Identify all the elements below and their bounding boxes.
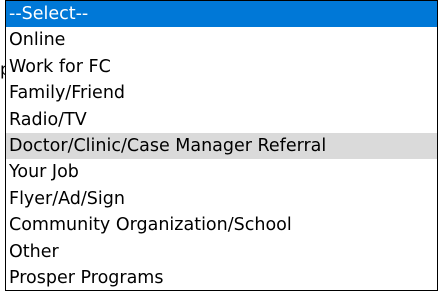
referral-source-dropdown-list[interactable]: --Select-- Online Work for FC Family/Fri… (5, 0, 438, 291)
option-prosper-programs[interactable]: Prosper Programs (6, 265, 437, 290)
option-family-friend[interactable]: Family/Friend (6, 80, 437, 106)
option-radio-tv[interactable]: Radio/TV (6, 107, 437, 133)
option-select-placeholder[interactable]: --Select-- (6, 1, 437, 28)
option-online[interactable]: Online (6, 27, 437, 53)
option-your-job[interactable]: Your Job (6, 159, 437, 185)
option-flyer-ad-sign[interactable]: Flyer/Ad/Sign (6, 186, 437, 212)
option-community-organization-school[interactable]: Community Organization/School (6, 212, 437, 238)
option-doctor-clinic-referral[interactable]: Doctor/Clinic/Case Manager Referral (6, 132, 437, 160)
option-other[interactable]: Other (6, 239, 437, 265)
dropdown-stage: p --Select-- Online Work for FC Family/F… (0, 0, 442, 293)
option-work-for-fc[interactable]: Work for FC (6, 54, 437, 80)
